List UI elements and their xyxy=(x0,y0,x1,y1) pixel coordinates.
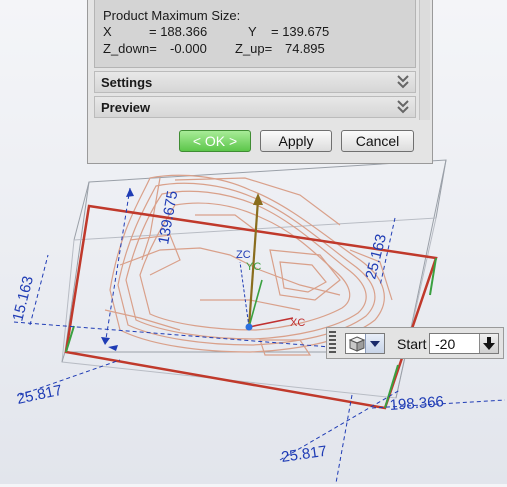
start-offset-input[interactable]: -20 xyxy=(429,333,499,354)
settings-section-header[interactable]: Settings xyxy=(94,71,416,93)
preview-section-header[interactable]: Preview xyxy=(94,96,416,118)
dim-length: 198.366 xyxy=(389,393,444,414)
preview-section-label: Preview xyxy=(101,100,151,115)
triangle-down-icon xyxy=(370,341,380,347)
start-label: Start xyxy=(397,336,427,352)
chevron-double-down-icon[interactable] xyxy=(395,98,411,116)
product-size-panel: Product Maximum Size: X = 188.366 Y = 13… xyxy=(94,0,416,68)
zup-value: 74.895 xyxy=(285,41,325,56)
start-offset-value: -20 xyxy=(435,336,456,352)
ok-button[interactable]: < OK > xyxy=(179,130,251,152)
x-value: = 188.366 xyxy=(149,24,208,39)
start-dropdown-button[interactable] xyxy=(479,334,498,353)
dim-bottom-left: 25.817 xyxy=(15,382,63,408)
zup-label: Z_up= xyxy=(235,41,273,56)
axis-label-yc: YC xyxy=(246,261,261,273)
settings-section-label: Settings xyxy=(101,75,153,90)
cancel-button[interactable]: Cancel xyxy=(341,130,414,152)
arrow-down-icon xyxy=(483,337,495,350)
x-label: X xyxy=(103,24,112,39)
axis-label-xc: XC xyxy=(290,317,305,329)
type-dropdown-button[interactable] xyxy=(365,334,384,353)
y-label: Y xyxy=(248,24,257,39)
chevron-double-down-icon[interactable] xyxy=(395,73,411,91)
y-value: = 139.675 xyxy=(271,24,330,39)
dialog-scrollbar[interactable] xyxy=(419,0,430,120)
apply-button[interactable]: Apply xyxy=(260,130,332,152)
zdown-label: Z_down= xyxy=(103,41,157,56)
axis-label-zc: ZC xyxy=(236,249,251,261)
offset-type-select[interactable] xyxy=(345,333,385,354)
start-offset-toolbar: Start -20 xyxy=(326,327,504,359)
dim-height-right: 25.163 xyxy=(362,232,390,281)
cube-icon xyxy=(348,336,366,352)
drag-grip-handle[interactable] xyxy=(329,331,336,355)
product-size-heading: Product Maximum Size: xyxy=(103,8,241,23)
block-dialog: Product Maximum Size: X = 188.366 Y = 13… xyxy=(87,0,433,164)
dim-bottom-right: 25.817 xyxy=(280,443,328,466)
zdown-value: -0.000 xyxy=(170,41,207,56)
